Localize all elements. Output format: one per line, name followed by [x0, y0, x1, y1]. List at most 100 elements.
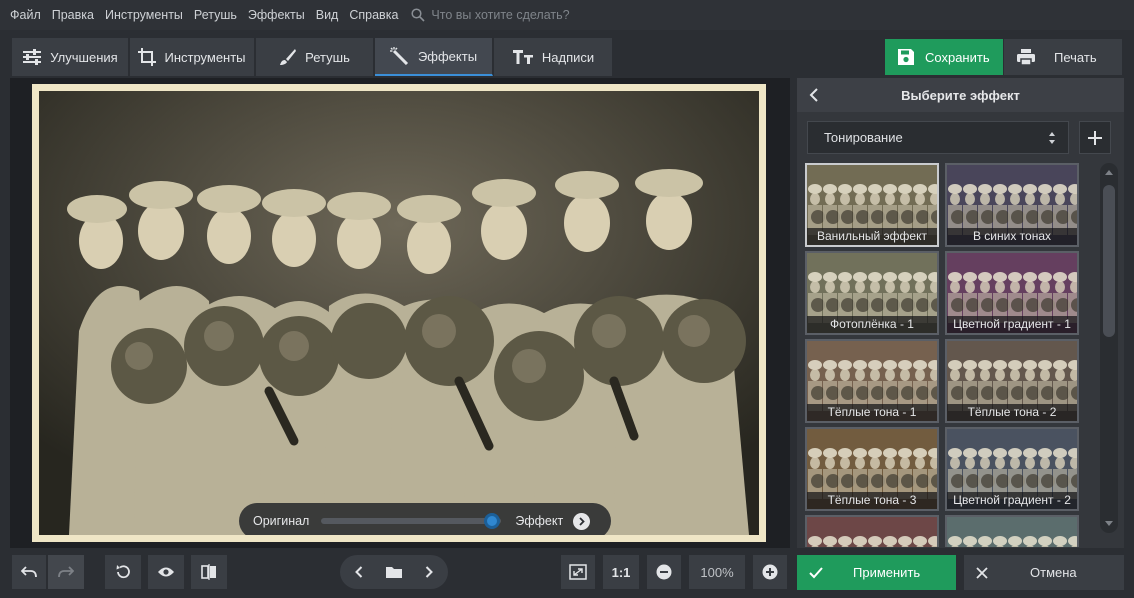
zoom-in-button[interactable] — [753, 555, 787, 589]
save-button[interactable]: Сохранить — [885, 39, 1003, 75]
compare-track[interactable] — [321, 513, 502, 529]
tab-enhance[interactable]: Улучшения — [12, 38, 129, 76]
previous-image-button[interactable] — [344, 566, 374, 578]
compare-knob[interactable] — [484, 513, 501, 529]
effect-label: Ванильный эффект — [807, 228, 937, 245]
tab-effects[interactable]: Эффекты — [375, 38, 493, 76]
effect-label: Тёплые тона - 3 — [807, 492, 937, 509]
menu-retouch[interactable]: Ретушь — [194, 8, 237, 22]
up-down-icon — [1049, 132, 1055, 144]
image-canvas[interactable]: Оригинал Эффект — [10, 78, 790, 548]
effects-scrollbar[interactable] — [1100, 163, 1118, 533]
plus-circle-icon — [762, 564, 778, 580]
original-label: Оригинал — [253, 514, 310, 528]
chevron-right-icon[interactable] — [573, 512, 591, 530]
command-search[interactable]: Что вы хотите сделать? — [411, 8, 570, 22]
print-label: Печать — [1054, 49, 1097, 65]
menu-tools[interactable]: Инструменты — [105, 8, 183, 22]
effect-thumbnail[interactable] — [945, 515, 1079, 547]
zoom-out-button[interactable] — [647, 555, 681, 589]
panel-title: Выберите эффект — [901, 87, 1020, 103]
print-button[interactable]: Печать — [1004, 39, 1122, 75]
search-placeholder: Что вы хотите сделать? — [431, 8, 570, 22]
effect-thumbnail[interactable]: Цветной градиент - 1 — [945, 251, 1079, 335]
menu-edit[interactable]: Правка — [52, 8, 94, 22]
effects-grid: Ванильный эффект В синих тонах Фотоплёнка … — [805, 163, 1083, 547]
floppy-disk-icon — [898, 49, 914, 65]
chevron-right-icon — [425, 566, 433, 578]
scroll-up-icon[interactable] — [1105, 169, 1113, 175]
effect-label: Цветной градиент - 1 — [947, 316, 1077, 333]
undo-icon — [21, 566, 37, 578]
vintage-photo: Оригинал Эффект — [39, 91, 759, 535]
menu-bar: Файл Правка Инструменты Ретушь Эффекты В… — [0, 0, 1134, 30]
text-icon — [512, 50, 533, 64]
effect-thumbnail[interactable]: Фотоплёнка - 1 — [805, 251, 939, 335]
tab-retouch[interactable]: Ретушь — [256, 38, 374, 76]
next-image-button[interactable] — [414, 566, 444, 578]
effect-thumbnail[interactable]: Цветной градиент - 2 — [945, 427, 1079, 511]
brush-icon — [280, 49, 297, 65]
plus-icon — [1088, 130, 1102, 145]
chevron-left-icon — [809, 88, 818, 102]
tab-captions[interactable]: Надписи — [494, 38, 613, 76]
photo-frame: Оригинал Эффект — [32, 84, 766, 542]
printer-icon — [1017, 49, 1035, 66]
crop-icon — [138, 48, 157, 66]
undo-button[interactable] — [12, 555, 46, 589]
redo-button[interactable] — [48, 555, 84, 589]
effect-thumbnail[interactable]: Тёплые тона - 2 — [945, 339, 1079, 423]
menu-effects[interactable]: Эффекты — [248, 8, 305, 22]
actual-size-button[interactable]: 1:1 — [603, 555, 639, 589]
scrollbar-thumb[interactable] — [1103, 185, 1115, 337]
menu-view[interactable]: Вид — [316, 8, 339, 22]
effect-preview-image — [807, 517, 937, 547]
save-label: Сохранить — [925, 49, 990, 65]
search-icon — [411, 8, 425, 22]
tab-label: Эффекты — [417, 48, 478, 64]
eye-icon — [158, 567, 174, 577]
open-folder-button[interactable] — [376, 565, 412, 579]
effects-panel: Выберите эффект Тонирование Ванильный эф… — [797, 78, 1124, 548]
effect-thumbnail[interactable]: Тёплые тона - 3 — [805, 427, 939, 511]
bottom-toolbar: 1:1 100% Применить Отмена — [0, 548, 1134, 598]
rotate-left-icon — [116, 565, 130, 579]
redo-icon — [58, 566, 74, 578]
scroll-down-icon[interactable] — [1105, 521, 1113, 527]
menu-help[interactable]: Справка — [349, 8, 398, 22]
reset-button[interactable] — [105, 555, 141, 589]
menu-file[interactable]: Файл — [10, 8, 41, 22]
before-after-slider[interactable]: Оригинал Эффект — [239, 503, 611, 535]
effect-label: Тёплые тона - 1 — [807, 404, 937, 421]
preview-button[interactable] — [148, 555, 184, 589]
tab-label: Инструменты — [164, 49, 246, 65]
zoom-level[interactable]: 100% — [689, 555, 745, 589]
chevron-left-icon — [355, 566, 363, 578]
sliders-icon — [23, 49, 42, 65]
category-value: Тонирование — [824, 130, 903, 145]
effect-preview-image — [947, 517, 1077, 547]
cancel-button[interactable]: Отмена — [964, 555, 1124, 590]
apply-button[interactable]: Применить — [797, 555, 956, 590]
tab-label: Улучшения — [50, 49, 118, 65]
magic-wand-icon — [389, 47, 408, 65]
effect-label: В синих тонах — [947, 228, 1077, 245]
add-effect-button[interactable] — [1079, 121, 1111, 154]
fit-screen-button[interactable] — [561, 555, 595, 589]
effect-thumbnail[interactable]: В синих тонах — [945, 163, 1079, 247]
back-button[interactable] — [797, 88, 831, 102]
panel-header: Выберите эффект — [797, 78, 1124, 112]
tab-bar: Улучшения Инструменты Ретушь Эффекты Над… — [0, 30, 1134, 78]
effect-thumbnail[interactable] — [805, 515, 939, 547]
effect-thumbnail[interactable]: Тёплые тона - 1 — [805, 339, 939, 423]
close-icon — [976, 566, 988, 579]
effect-category-select[interactable]: Тонирование — [807, 121, 1069, 154]
effect-thumbnail[interactable]: Ванильный эффект — [805, 163, 939, 247]
effect-label: Эффект — [515, 514, 564, 528]
tab-tools[interactable]: Инструменты — [130, 38, 255, 76]
tab-label: Надписи — [541, 49, 595, 65]
cancel-label: Отмена — [1030, 565, 1077, 580]
expand-icon — [569, 564, 587, 580]
minus-circle-icon — [656, 564, 672, 580]
compare-view-button[interactable] — [191, 555, 227, 589]
